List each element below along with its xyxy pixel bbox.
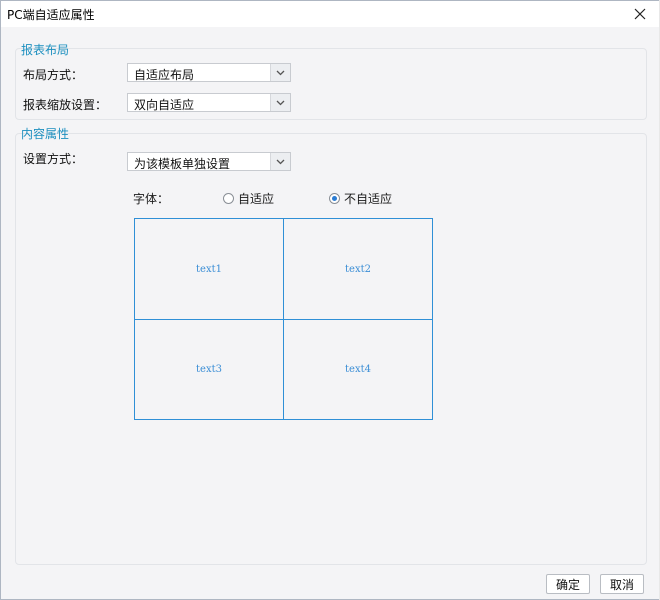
- close-icon: [634, 8, 646, 20]
- ok-button[interactable]: 确定: [546, 574, 590, 594]
- layout-mode-label: 布局方式：: [23, 68, 84, 82]
- chevron-down-icon: [276, 70, 285, 75]
- radio-circle-checked[interactable]: [329, 193, 340, 204]
- radio-circle[interactable]: [223, 193, 234, 204]
- dialog-window: PC端自适应属性 报表布局 布局方式： 自适应布局 报表缩放设置： 双向自适应 …: [0, 0, 660, 600]
- setting-mode-value: 为该模板单独设置: [134, 157, 231, 171]
- layout-mode-value: 自适应布局: [134, 68, 195, 82]
- dropdown-arrow[interactable]: [270, 153, 290, 170]
- chevron-down-icon: [276, 100, 285, 105]
- dropdown-arrow[interactable]: [270, 64, 290, 81]
- font-adaptive-radio[interactable]: 自适应: [223, 190, 274, 207]
- zoom-setting-select[interactable]: 双向自适应: [127, 93, 291, 112]
- content-title: 内容属性: [21, 127, 70, 141]
- font-adaptive-label: 自适应: [238, 192, 275, 206]
- report-layout-title: 报表布局: [21, 43, 70, 57]
- preview-cell: text2: [345, 263, 371, 275]
- zoom-setting-label: 报表缩放设置：: [23, 98, 108, 112]
- dropdown-arrow[interactable]: [270, 94, 290, 111]
- layout-mode-select[interactable]: 自适应布局: [127, 63, 291, 82]
- font-label: 字体：: [133, 192, 170, 206]
- cancel-button[interactable]: 取消: [600, 574, 644, 594]
- font-non-adaptive-label: 不自适应: [344, 192, 393, 206]
- preview-cell: text4: [345, 364, 371, 375]
- report-layout-section: [15, 48, 647, 120]
- setting-mode-label: 设置方式：: [23, 152, 84, 166]
- font-non-adaptive-radio[interactable]: 不自适应: [329, 190, 392, 207]
- setting-mode-select[interactable]: 为该模板单独设置: [127, 152, 291, 171]
- zoom-setting-value: 双向自适应: [134, 98, 195, 112]
- preview-grid: text1 text2 text3 text4: [134, 218, 433, 420]
- preview-cell: text1: [196, 263, 222, 275]
- window-title: PC端自适应属性: [7, 8, 95, 22]
- preview-cell: text3: [196, 364, 222, 375]
- title-bar: PC端自适应属性: [1, 1, 659, 27]
- chevron-down-icon: [276, 159, 285, 164]
- close-button[interactable]: [629, 3, 651, 25]
